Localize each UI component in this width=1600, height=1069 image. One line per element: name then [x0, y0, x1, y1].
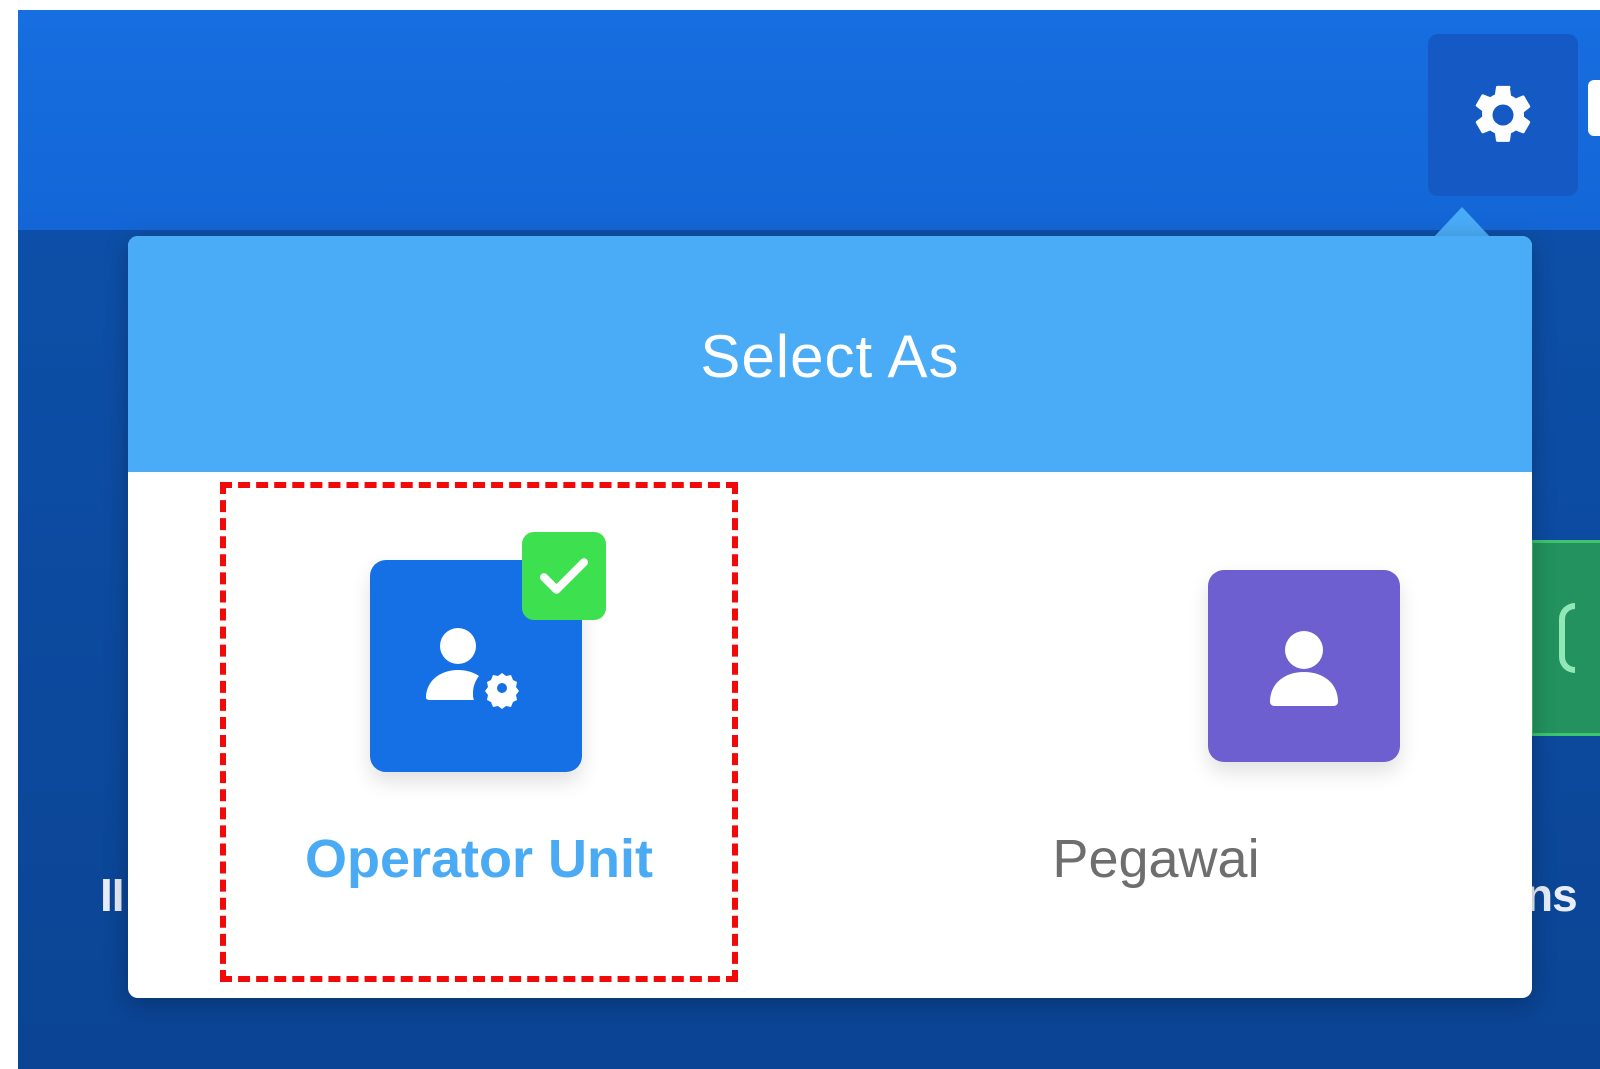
app-window: II ns Select As Operator Unit Pegawai — [0, 0, 1600, 1069]
background-card — [1530, 540, 1600, 736]
background-card-glyph — [1559, 603, 1575, 673]
role-option-pegawai[interactable]: Pegawai — [1028, 482, 1528, 982]
popup-pointer — [1432, 207, 1492, 239]
pegawai-tile[interactable] — [1208, 570, 1400, 762]
pegawai-label: Pegawai — [1052, 829, 1260, 889]
settings-button[interactable] — [1428, 34, 1578, 196]
header-edge-element — [1588, 80, 1600, 136]
background-label-fragment: ns — [1525, 869, 1578, 921]
app-header — [18, 10, 1600, 230]
select-role-popup: Select As Operator Unit Pegawai — [128, 236, 1532, 998]
selection-highlight-frame — [220, 482, 738, 982]
user-icon — [1270, 631, 1338, 706]
popup-title: Select As — [700, 322, 960, 390]
gear-icon — [1475, 85, 1531, 142]
popup-header: Select As — [128, 236, 1532, 472]
background-label-fragment: II — [100, 869, 125, 921]
